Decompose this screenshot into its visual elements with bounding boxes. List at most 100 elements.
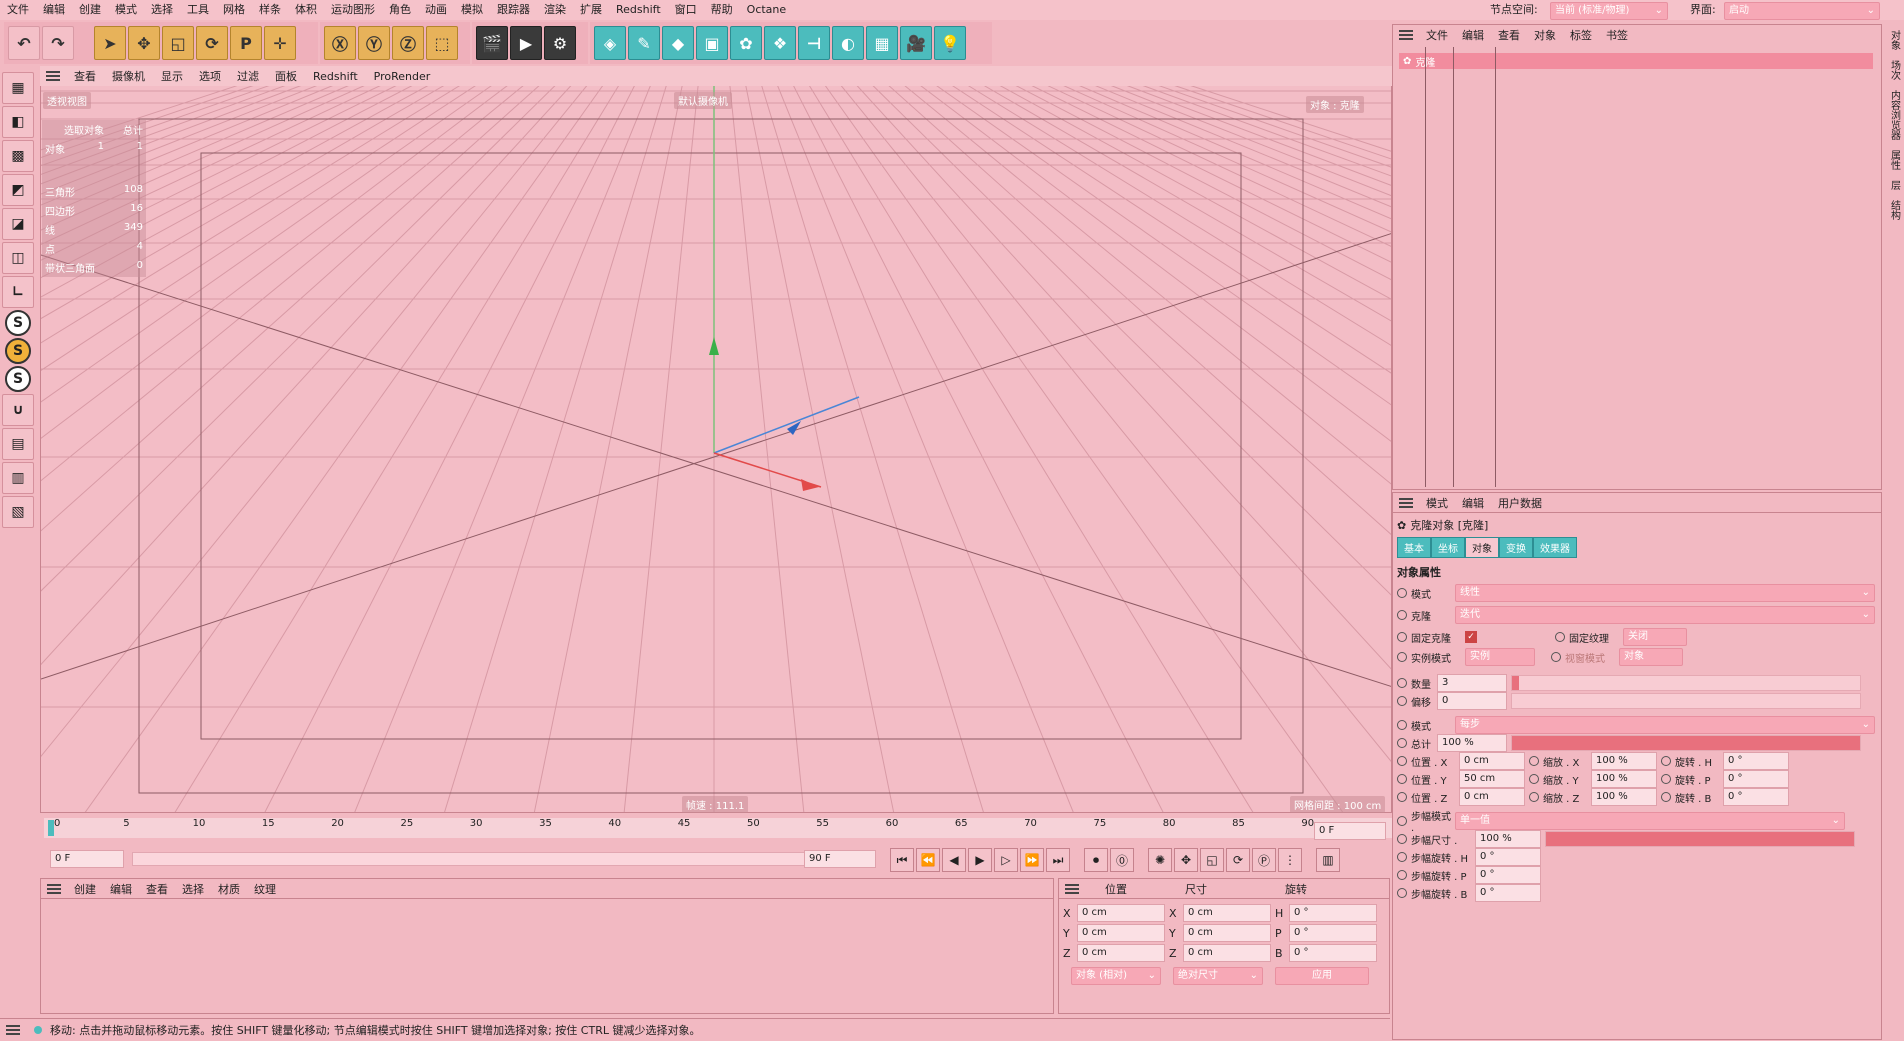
- attr-slider[interactable]: [1511, 693, 1861, 709]
- transform-field[interactable]: 50 cm: [1459, 770, 1525, 788]
- attr-number-field[interactable]: 3: [1437, 674, 1507, 692]
- menu-item[interactable]: 扩展: [573, 0, 609, 20]
- z-axis-icon[interactable]: Ⓩ: [392, 26, 424, 60]
- snap-s-orange-icon[interactable]: S: [5, 338, 31, 364]
- viewport-menu-item[interactable]: 过滤: [229, 68, 267, 84]
- timeline-ruler[interactable]: 0 5 10 15 20 25 30 35 40 45 50 55 60 65 70 75 80 85 90: [44, 818, 1392, 838]
- fix-tex-select[interactable]: 关闭: [1623, 628, 1687, 646]
- move-icon[interactable]: ✥: [128, 26, 160, 60]
- coord-value-field[interactable]: 0 cm: [1183, 924, 1271, 942]
- viewport-hamburger-icon[interactable]: [46, 71, 60, 81]
- render-settings-icon[interactable]: ⚙: [544, 26, 576, 60]
- anim-radio-icon[interactable]: [1397, 738, 1407, 748]
- anim-radio-icon[interactable]: [1529, 792, 1539, 802]
- anim-radio-icon[interactable]: [1397, 774, 1407, 784]
- start-frame-field[interactable]: 0 F: [50, 850, 124, 868]
- coord-hamburger-icon[interactable]: [1065, 883, 1079, 894]
- menu-item[interactable]: Redshift: [609, 0, 668, 20]
- subdivision-icon[interactable]: ◆: [662, 26, 694, 60]
- record-icon[interactable]: ⏺: [1084, 848, 1108, 872]
- anim-radio-icon[interactable]: [1397, 834, 1407, 844]
- render-picture-icon[interactable]: ▶: [510, 26, 542, 60]
- pen-icon[interactable]: ✎: [628, 26, 660, 60]
- go-start-icon[interactable]: ⏮: [890, 848, 914, 872]
- light-icon[interactable]: 💡: [934, 26, 966, 60]
- key-gear-icon[interactable]: ✺: [1148, 848, 1172, 872]
- material-menu-item[interactable]: 编辑: [103, 881, 139, 897]
- play-icon[interactable]: ▶: [968, 848, 992, 872]
- object-mode-icon[interactable]: ◧: [2, 106, 34, 138]
- transform-icon[interactable]: ✛: [264, 26, 296, 60]
- anim-radio-icon[interactable]: [1397, 792, 1407, 802]
- coord-value-field[interactable]: 0 cm: [1077, 924, 1165, 942]
- coord-value-field[interactable]: 0 cm: [1077, 944, 1165, 962]
- attr-menu-item[interactable]: 用户数据: [1491, 495, 1549, 511]
- next-frame-icon[interactable]: ▷: [994, 848, 1018, 872]
- attr-select[interactable]: 单一值 ⌄: [1455, 812, 1845, 830]
- side-tab[interactable]: 场次: [1887, 60, 1902, 80]
- anim-radio-icon[interactable]: [1529, 756, 1539, 766]
- attr-number-field[interactable]: 0: [1437, 692, 1507, 710]
- coord-value-field[interactable]: 0 cm: [1183, 904, 1271, 922]
- anim-radio-icon[interactable]: [1397, 632, 1407, 642]
- material-hamburger-icon[interactable]: [47, 883, 61, 894]
- menu-item[interactable]: 窗口: [668, 0, 704, 20]
- menu-item[interactable]: 创建: [72, 0, 108, 20]
- menu-item[interactable]: Octane: [740, 0, 794, 20]
- playhead[interactable]: [48, 820, 54, 836]
- anim-radio-icon[interactable]: [1397, 610, 1407, 620]
- coord-value-field[interactable]: 0 °: [1289, 924, 1377, 942]
- material-menu-item[interactable]: 纹理: [247, 881, 283, 897]
- menu-item[interactable]: 动画: [418, 0, 454, 20]
- camera-label[interactable]: 默认摄像机: [674, 92, 732, 109]
- attr-tab[interactable]: 效果器: [1533, 537, 1577, 558]
- coord-value-field[interactable]: 0 cm: [1183, 944, 1271, 962]
- key-scale-icon[interactable]: ◱: [1200, 848, 1224, 872]
- key-move-icon[interactable]: ✥: [1174, 848, 1198, 872]
- transform-field[interactable]: 100 %: [1591, 788, 1657, 806]
- menu-item[interactable]: 跟踪器: [490, 0, 537, 20]
- lock-workplane-icon[interactable]: ▥: [2, 462, 34, 494]
- menu-item[interactable]: 选择: [144, 0, 180, 20]
- model-mode-icon[interactable]: ▦: [2, 72, 34, 104]
- menu-item[interactable]: 体积: [288, 0, 324, 20]
- coord-value-field[interactable]: 0 cm: [1077, 904, 1165, 922]
- menu-item[interactable]: 角色: [382, 0, 418, 20]
- anim-radio-icon[interactable]: [1661, 756, 1671, 766]
- attr-tab[interactable]: 对象: [1465, 537, 1499, 558]
- attr-menu-item[interactable]: 模式: [1419, 495, 1455, 511]
- fix-clone-checkbox[interactable]: ✓: [1465, 631, 1477, 643]
- snap-s2-icon[interactable]: S: [5, 366, 31, 392]
- menu-item[interactable]: 文件: [0, 0, 36, 20]
- material-menu-item[interactable]: 查看: [139, 881, 175, 897]
- polygons-mode-icon[interactable]: ◫: [2, 242, 34, 274]
- attr-select[interactable]: 迭代 ⌄: [1455, 606, 1875, 624]
- anim-radio-icon[interactable]: [1529, 774, 1539, 784]
- side-tab[interactable]: 对象: [1887, 30, 1902, 50]
- key-grid-icon[interactable]: ⋮: [1278, 848, 1302, 872]
- coord-value-field[interactable]: 0 °: [1289, 904, 1377, 922]
- material-menu-item[interactable]: 选择: [175, 881, 211, 897]
- transform-field[interactable]: 0 °: [1723, 770, 1789, 788]
- attr-slider[interactable]: [1511, 735, 1861, 751]
- coord-system-icon[interactable]: ⬚: [426, 26, 458, 60]
- scale-icon[interactable]: ◱: [162, 26, 194, 60]
- undo-icon[interactable]: ↶: [8, 26, 40, 60]
- layout-select[interactable]: 启动 ⌄: [1724, 2, 1880, 20]
- grid-snap-icon[interactable]: ▧: [2, 496, 34, 528]
- timeline-window-icon[interactable]: ▥: [1316, 848, 1340, 872]
- anim-radio-icon[interactable]: [1397, 756, 1407, 766]
- viewport-menu-item[interactable]: 选项: [191, 68, 229, 84]
- attr-menu-item[interactable]: 编辑: [1455, 495, 1491, 511]
- attr-hamburger-icon[interactable]: [1399, 497, 1413, 508]
- material-menu-item[interactable]: 材质: [211, 881, 247, 897]
- transform-field[interactable]: 100 %: [1591, 752, 1657, 770]
- object-menu-item[interactable]: 书签: [1599, 27, 1635, 43]
- status-hamburger-icon[interactable]: [6, 1024, 20, 1035]
- viewport-menu-item[interactable]: Redshift: [305, 70, 366, 83]
- anim-radio-icon[interactable]: [1661, 774, 1671, 784]
- cube-icon[interactable]: ◈: [594, 26, 626, 60]
- transform-field[interactable]: 0 cm: [1459, 788, 1525, 806]
- object-menu-item[interactable]: 查看: [1491, 27, 1527, 43]
- cloner-icon[interactable]: ❖: [764, 26, 796, 60]
